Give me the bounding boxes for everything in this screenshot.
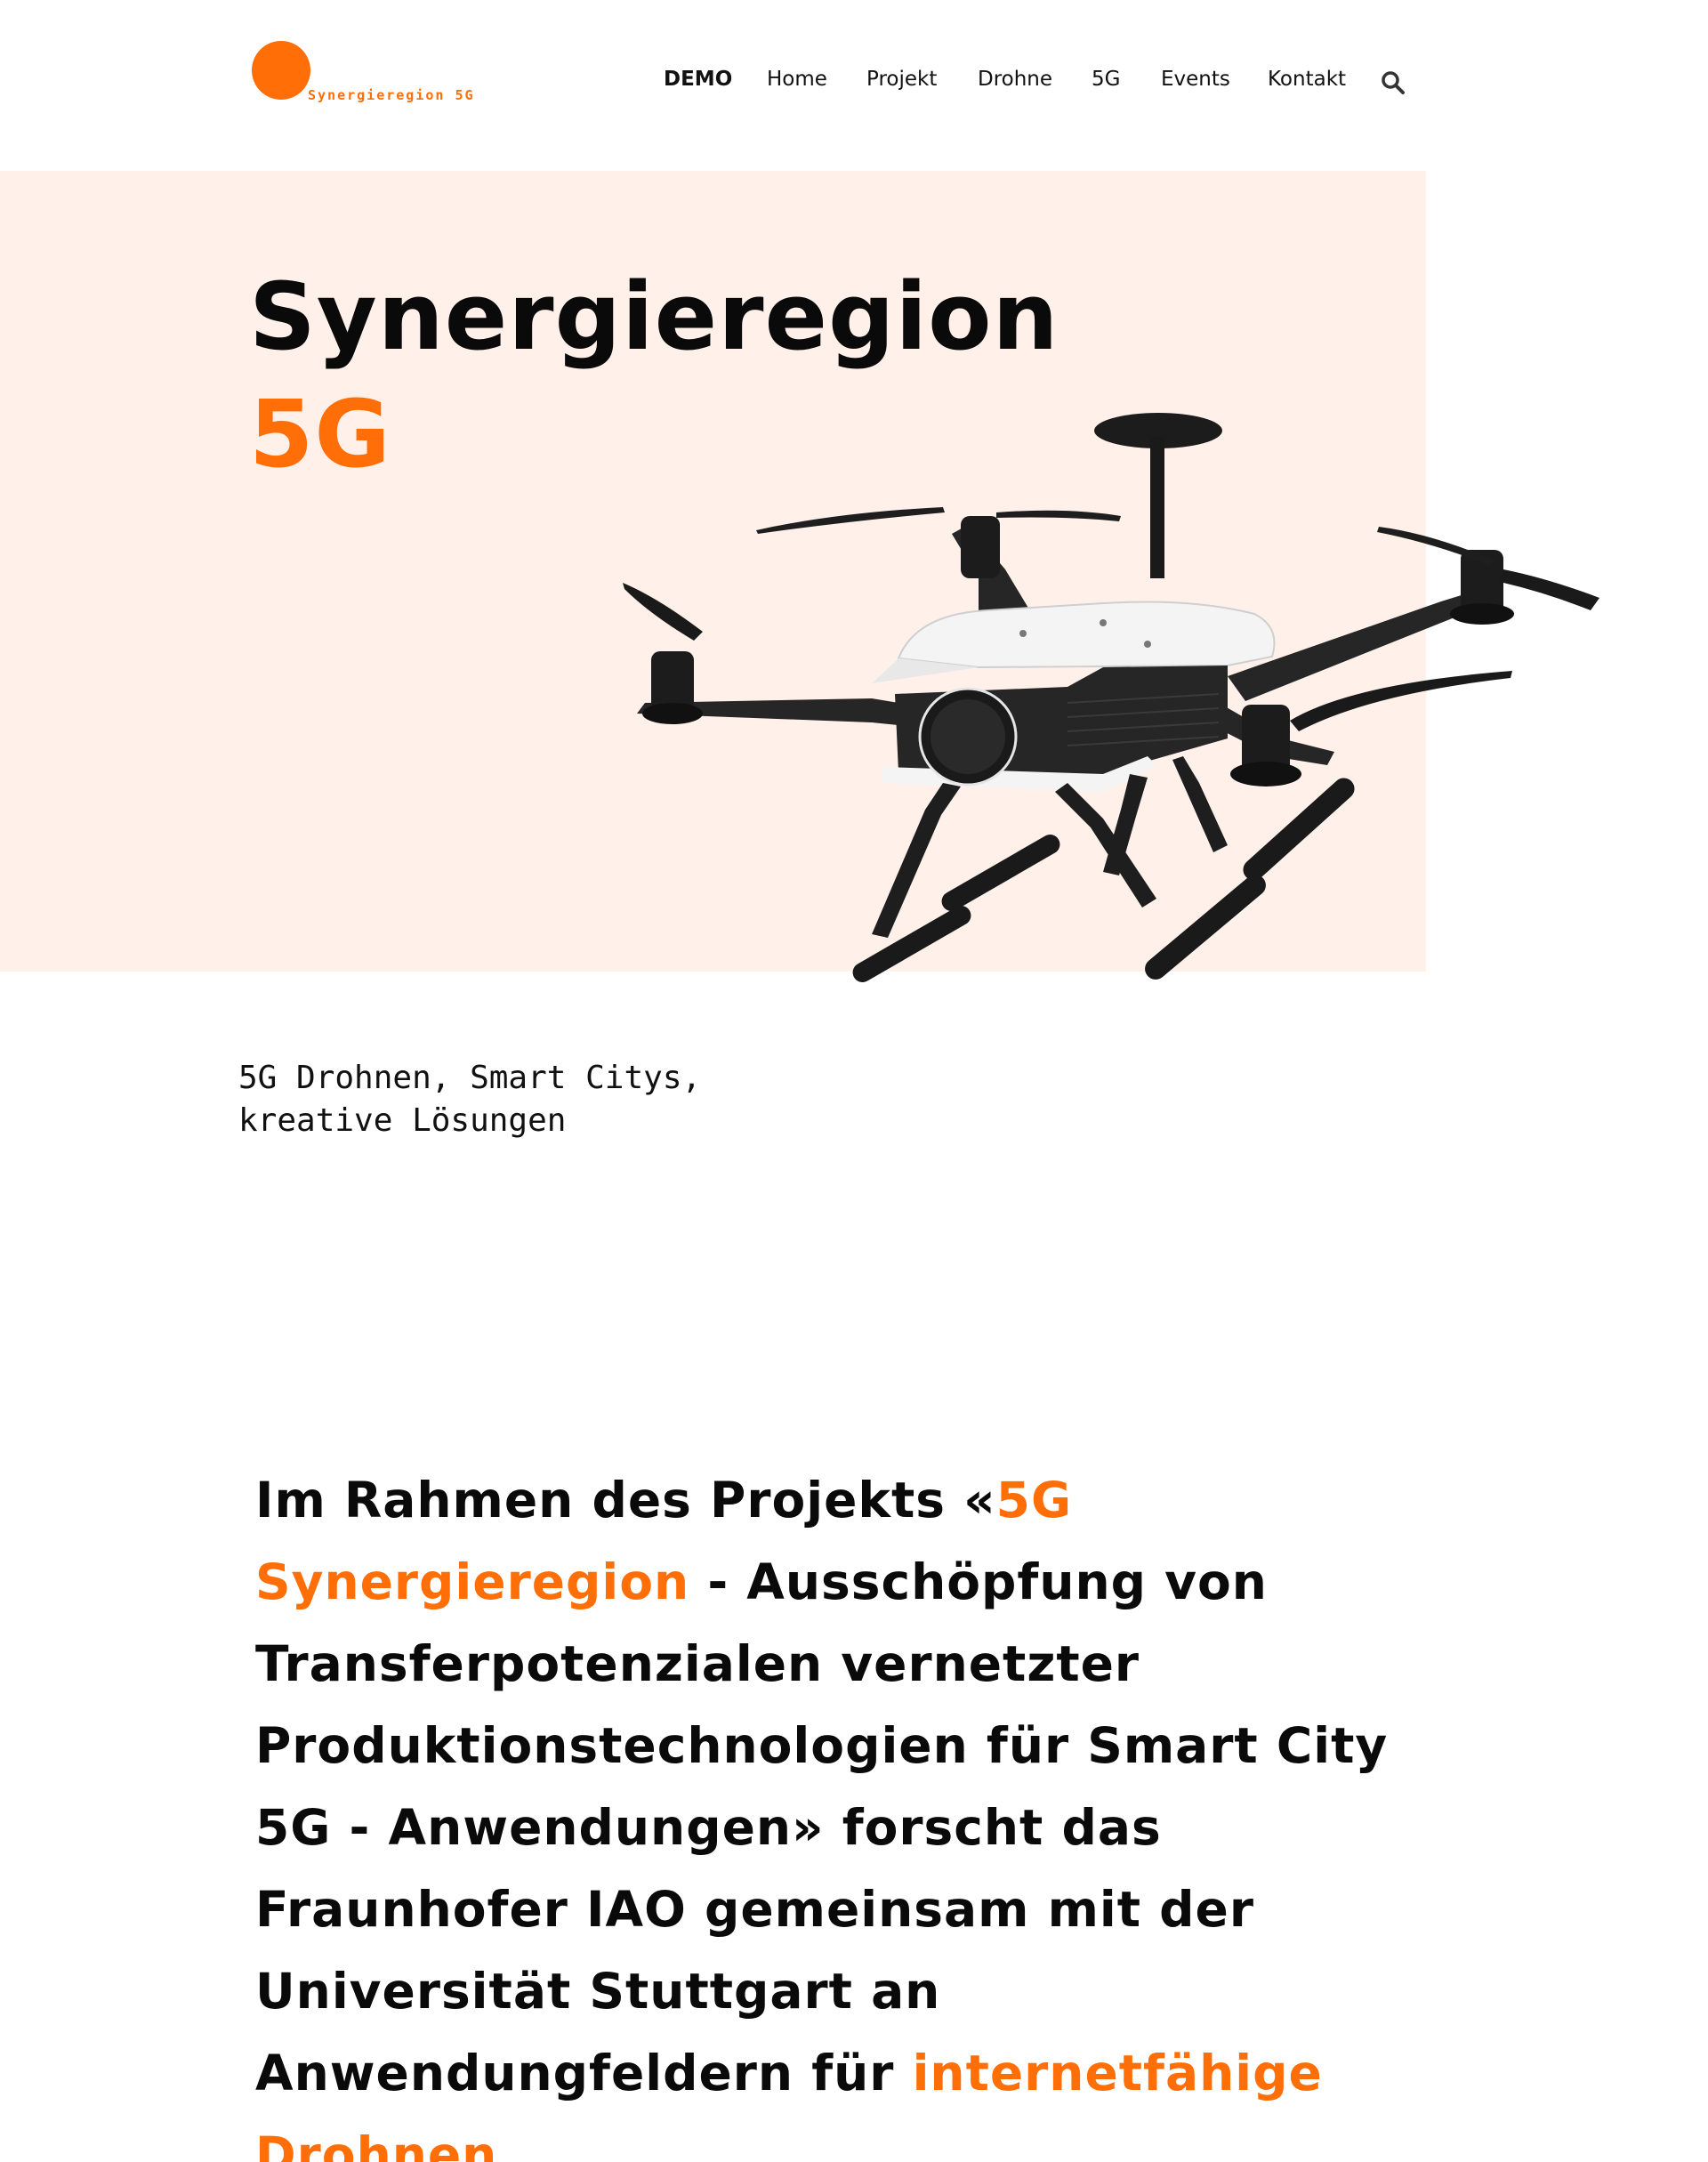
nav-item-projekt[interactable]: Projekt — [866, 68, 937, 91]
hero-tagline-line1: 5G Drohnen, Smart Citys, — [238, 1060, 702, 1096]
nav-item-home[interactable]: Home — [767, 68, 827, 91]
hero-tagline-line2: kreative Lösungen — [238, 1102, 567, 1139]
intro-text-part2: - Ausschöpfung von Transferpotenzialen v… — [255, 1553, 1389, 2101]
search-icon[interactable] — [1381, 70, 1406, 95]
site-header: Synergieregion 5G DEMO Home Projekt Droh… — [0, 0, 1708, 169]
hero-title-line1: Synergieregion — [249, 262, 1059, 371]
nav-item-5g[interactable]: 5G — [1092, 68, 1120, 91]
page: Synergieregion 5G DEMO Home Projekt Droh… — [0, 0, 1708, 2162]
intro-paragraph: Im Rahmen des Projekts «5G Synergieregio… — [255, 1459, 1456, 2162]
main-nav: DEMO Home Projekt Drohne 5G Events Konta… — [0, 68, 1708, 94]
intro-text-part1: Im Rahmen des Projekts « — [255, 1472, 996, 1529]
hero-tagline: 5G Drohnen, Smart Citys, kreative Lösung… — [238, 1057, 861, 1142]
nav-item-events[interactable]: Events — [1161, 68, 1230, 91]
nav-item-drohne[interactable]: Drohne — [978, 68, 1052, 91]
nav-item-kontakt[interactable]: Kontakt — [1268, 68, 1346, 91]
nav-item-demo[interactable]: DEMO — [664, 68, 732, 91]
drone-image — [623, 413, 1599, 982]
intro-text-part3: . — [497, 2126, 518, 2162]
